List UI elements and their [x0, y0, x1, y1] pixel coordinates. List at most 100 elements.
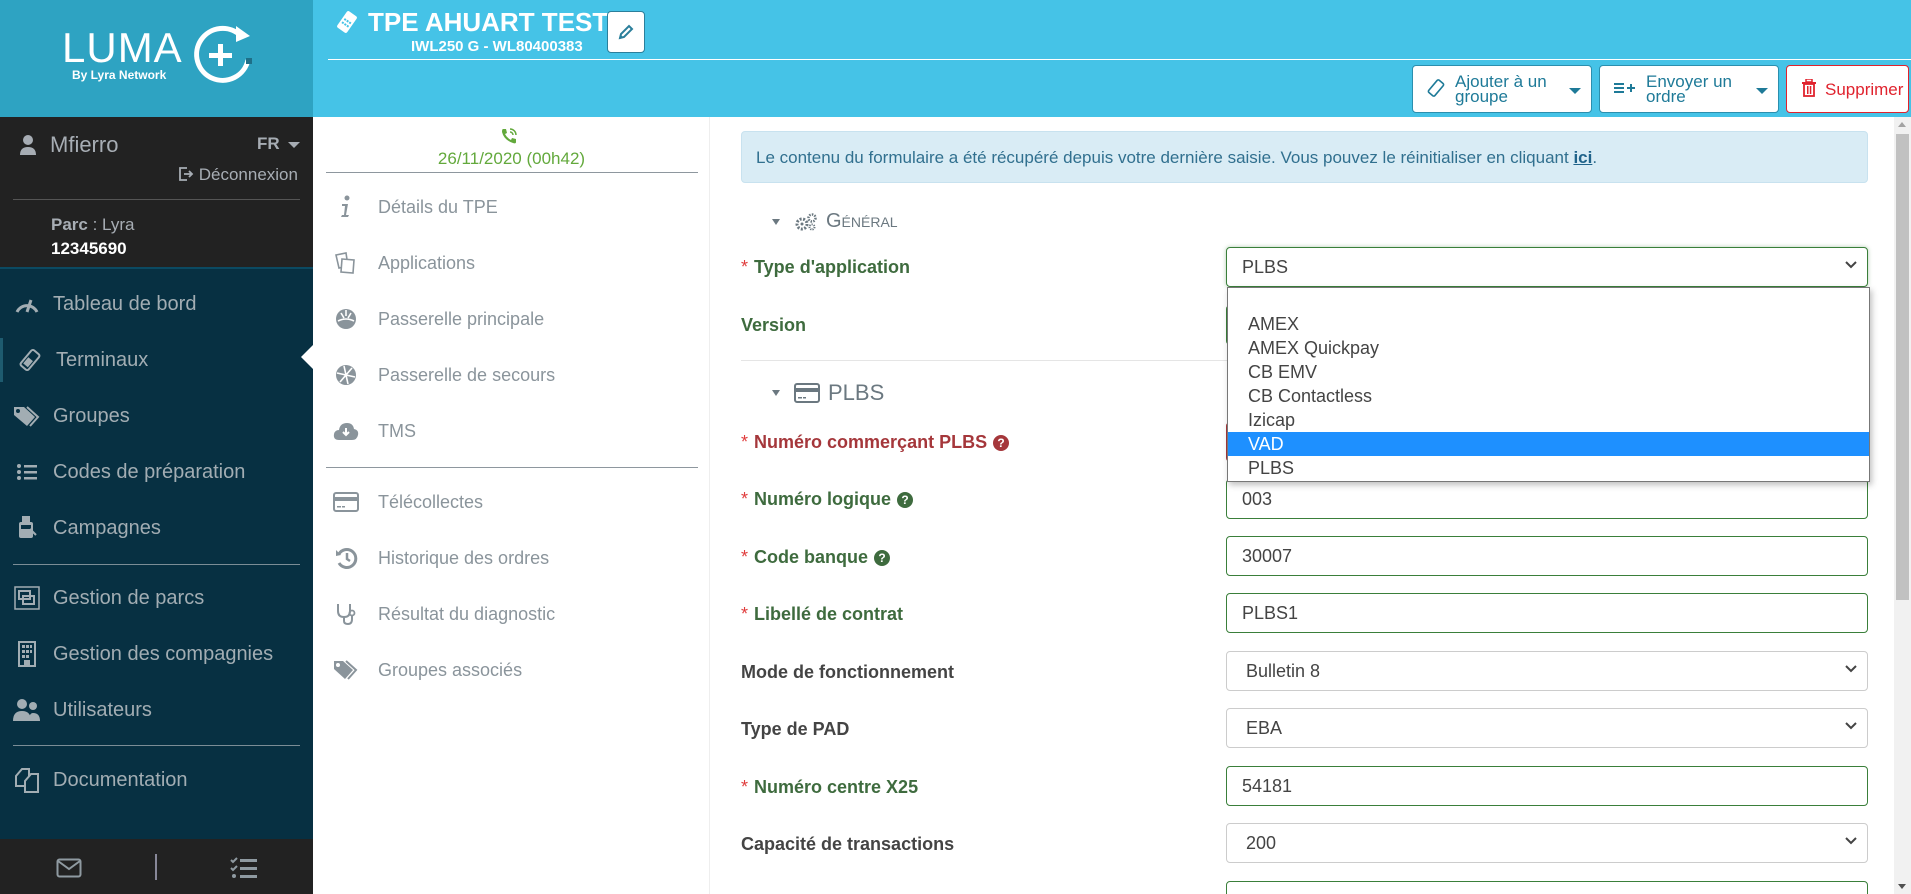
page-subtitle: IWL250 G - WL80400383 — [411, 38, 583, 55]
sidebar-item-gestion-compagnies[interactable]: Gestion des compagnies — [0, 632, 313, 676]
language-selector[interactable]: FR — [257, 134, 280, 154]
task-list-icon[interactable] — [230, 856, 258, 880]
divider — [326, 172, 698, 173]
scrollbar-thumb[interactable] — [1896, 134, 1909, 600]
page-scrollbar[interactable] — [1894, 117, 1911, 894]
gears-icon — [795, 212, 817, 230]
numero-logique-input[interactable]: 003 — [1226, 479, 1868, 519]
libelle-contrat-input[interactable]: PLBS1 — [1226, 593, 1868, 633]
sidebar-item-utilisateurs[interactable]: Utilisateurs — [0, 688, 313, 732]
parc-management-icon — [13, 586, 40, 610]
tpe-nav-tms[interactable]: TMS — [326, 411, 416, 451]
list-add-icon — [1614, 83, 1635, 93]
code-banque-input[interactable]: 30007 — [1226, 536, 1868, 576]
edit-button[interactable] — [607, 11, 645, 53]
caret-down-icon — [1756, 88, 1768, 94]
logo[interactable]: LUMA By Lyra Network — [0, 0, 313, 117]
dropdown-option[interactable]: AMEX Quickpay — [1228, 336, 1869, 360]
users-icon — [12, 699, 40, 721]
help-icon[interactable]: ? — [993, 435, 1010, 451]
type-application-select[interactable]: PLBS — [1226, 247, 1868, 287]
type-pad-select[interactable]: EBA — [1226, 708, 1868, 748]
sidebar-item-tableau-de-bord[interactable]: Tableau de bord — [0, 282, 313, 326]
logo-tagline: By Lyra Network — [72, 68, 167, 82]
tpe-nav-applications[interactable]: Applications — [326, 243, 475, 283]
sidebar-item-campagnes[interactable]: Campagnes — [0, 506, 313, 550]
label-capacite: Capacité de transactions — [741, 834, 955, 854]
dropdown-option[interactable]: PLBS — [1228, 456, 1869, 480]
user-panel: Mfierro FR Déconnexion Parc : Lyra 12345… — [0, 117, 313, 267]
alert-end: . — [1592, 148, 1598, 167]
application-form: Le contenu du formulaire a été récupéré … — [741, 117, 1871, 894]
tpe-nav-label: TMS — [378, 420, 416, 441]
app-root: LUMA By Lyra Network Mfierro FR Déconnex… — [0, 0, 1911, 894]
help-icon[interactable]: ? — [874, 550, 891, 566]
label-numero-commercant: * Numéro commerçant PLBS? — [741, 432, 1010, 453]
dropdown-option[interactable]: CB Contactless — [1228, 384, 1869, 408]
tpe-nav-telecollectes[interactable]: Télécollectes — [326, 482, 483, 522]
type-application-dropdown[interactable]: AMEX AMEX Quickpay CB EMV CB Contactless… — [1227, 287, 1870, 482]
delete-button[interactable]: Supprimer — [1786, 65, 1909, 113]
sidebar-item-gestion-parcs[interactable]: Gestion de parcs — [0, 576, 313, 620]
mode-fonctionnement-select[interactable]: Bulletin 8 — [1226, 651, 1868, 691]
sidebar-nav: Tableau de bord Terminaux Groupes Codes … — [0, 267, 313, 839]
numero-centre-input[interactable]: 54181 — [1226, 766, 1868, 806]
type-pad-value: EBA — [1246, 718, 1283, 738]
caret-down-icon[interactable] — [288, 142, 300, 148]
envelope-icon[interactable] — [56, 858, 82, 878]
building-icon — [17, 641, 36, 667]
tpe-nav-diagnostic[interactable]: Résultat du diagnostic — [326, 594, 555, 634]
tpe-nav-passerelle-secours[interactable]: Passerelle de secours — [326, 355, 555, 395]
applications-icon — [335, 252, 355, 274]
logout-link[interactable]: Déconnexion — [178, 165, 298, 185]
restore-alert: Le contenu du formulaire a été récupéré … — [741, 131, 1868, 183]
sidebar-item-terminaux[interactable]: Terminaux — [0, 338, 313, 382]
logo-plus-refresh-icon — [194, 25, 252, 83]
sidebar-item-groupes[interactable]: Groupes — [0, 394, 313, 438]
terminal-icon — [19, 348, 40, 372]
label-type-pad: Type de PAD — [741, 719, 850, 739]
label-code-banque: * Code banque? — [741, 547, 891, 568]
tpe-nav-label: Télécollectes — [378, 491, 484, 512]
tpe-nav-historique[interactable]: Historique des ordres — [326, 538, 549, 578]
phone-call-icon — [502, 128, 517, 144]
cloud-download-icon — [333, 423, 359, 440]
sidebar-item-codes-preparation[interactable]: Codes de préparation — [0, 450, 313, 494]
section-title: Général — [826, 210, 898, 232]
sidebar-item-label: Documentation — [53, 768, 188, 791]
terminal-icon — [1427, 79, 1445, 97]
user-name[interactable]: Mfierro — [50, 132, 118, 158]
active-indicator — [301, 345, 313, 369]
reset-link[interactable]: ici — [1573, 148, 1592, 167]
code-banque-value: 30007 — [1242, 546, 1293, 566]
section-plbs-toggle[interactable]: PLBS — [772, 380, 884, 406]
scroll-up-arrow[interactable] — [1898, 122, 1906, 127]
tpe-nav-label: Groupes associés — [378, 659, 523, 680]
terminal-subnav: 26/11/2020 (00h42) Détails du TPE Applic… — [313, 117, 710, 894]
chevron-down-icon — [1845, 261, 1857, 269]
dropdown-option[interactable] — [1228, 288, 1869, 312]
dropdown-option[interactable]: Izicap — [1228, 408, 1869, 432]
logo-text: LUMA — [62, 24, 183, 71]
numero-centre-value: 54181 — [1242, 776, 1293, 796]
tpe-nav-details[interactable]: Détails du TPE — [326, 187, 498, 227]
chevron-down-icon — [1845, 722, 1857, 730]
dropdown-option[interactable]: AMEX — [1228, 312, 1869, 336]
sidebar-item-documentation[interactable]: Documentation — [0, 758, 313, 802]
add-to-group-label: Ajouter à un groupe — [1455, 72, 1547, 106]
tpe-nav-passerelle-principale[interactable]: Passerelle principale — [326, 299, 544, 339]
chevron-down-icon — [1845, 837, 1857, 845]
scroll-down-arrow[interactable] — [1898, 884, 1906, 889]
next-field-input[interactable] — [1226, 881, 1868, 894]
list-icon — [16, 464, 37, 480]
section-general-toggle[interactable]: Général — [772, 210, 898, 233]
add-to-group-button[interactable]: Ajouter à un groupe — [1412, 65, 1592, 113]
tpe-nav-label: Résultat du diagnostic — [378, 603, 556, 624]
label-numero-centre: * Numéro centre X25 — [741, 777, 919, 797]
dropdown-option[interactable]: CB EMV — [1228, 360, 1869, 384]
tpe-nav-groupes-associes[interactable]: Groupes associés — [326, 650, 522, 690]
capacite-select[interactable]: 200 — [1226, 823, 1868, 863]
dropdown-option-highlighted[interactable]: VAD — [1228, 432, 1869, 456]
help-icon[interactable]: ? — [897, 492, 914, 508]
send-order-button[interactable]: Envoyer un ordre — [1599, 65, 1779, 113]
